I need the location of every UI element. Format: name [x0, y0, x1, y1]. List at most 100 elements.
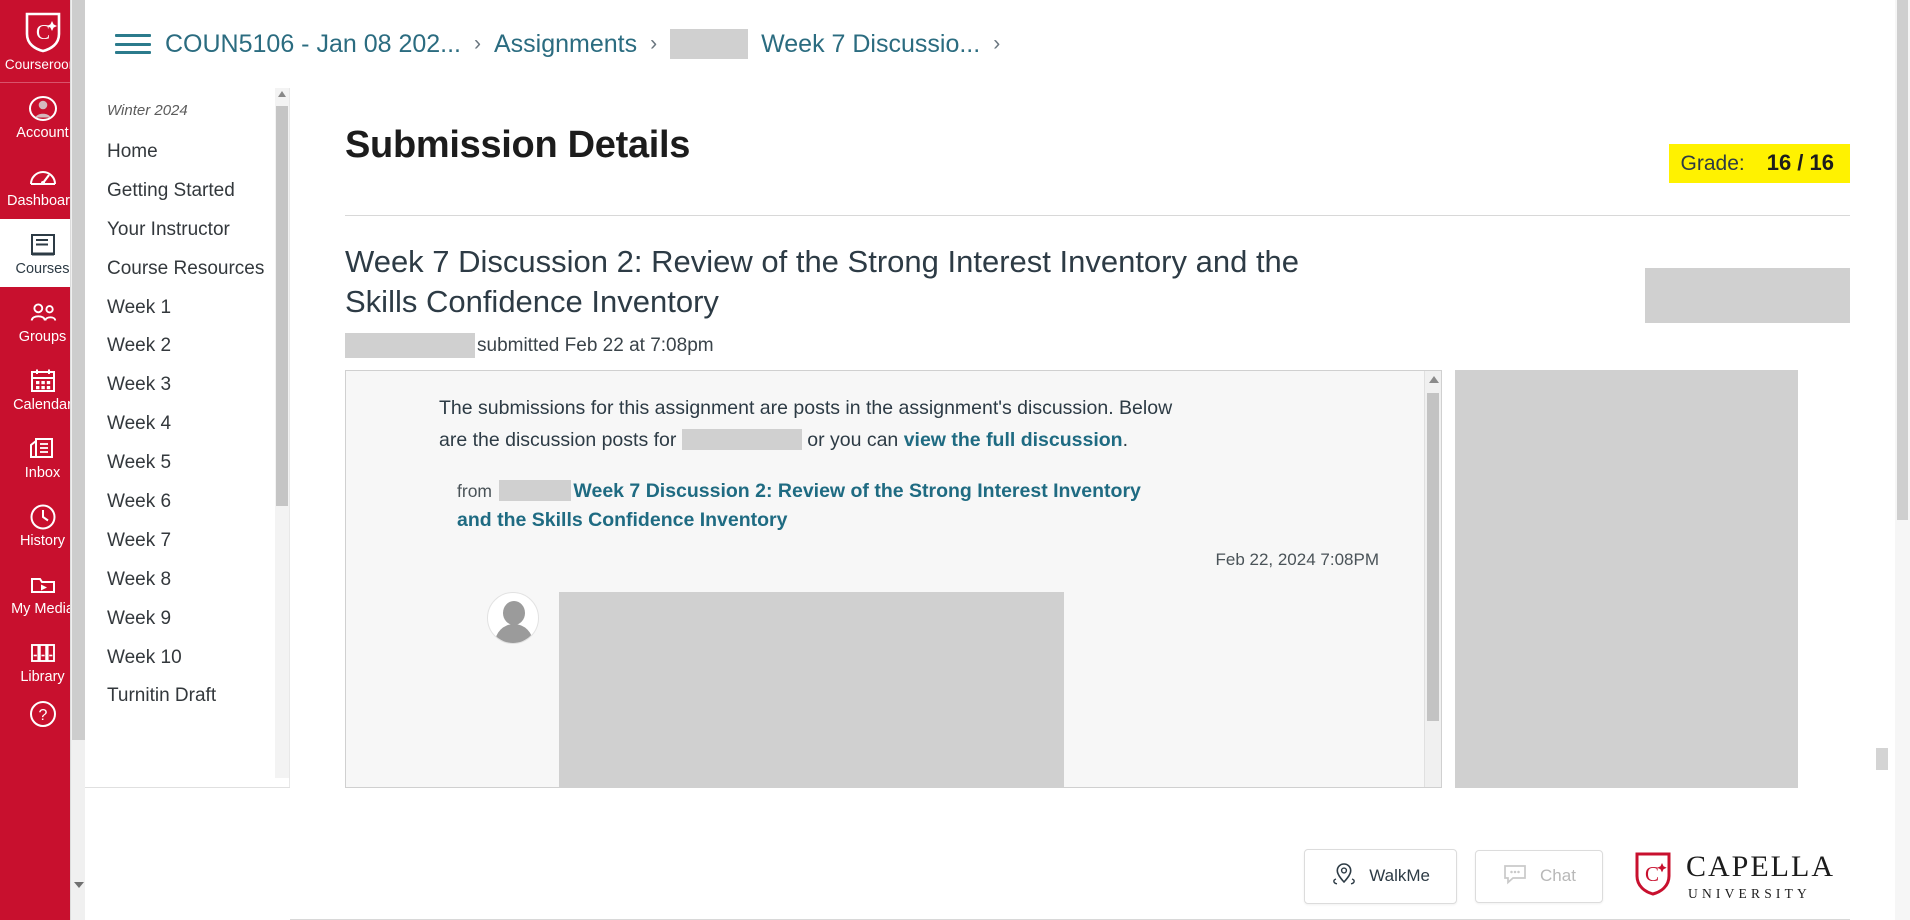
assignment-summary: Week 7 Discussion 2: Review of the Stron… [290, 216, 1910, 359]
redacted-block [499, 479, 572, 501]
course-nav-item-week-10[interactable]: Week 10 [85, 639, 289, 678]
breadcrumb-item-current[interactable]: Week 7 Discussio... [761, 30, 980, 59]
groups-people-icon [28, 299, 58, 327]
scrollbar-thumb[interactable] [1427, 393, 1439, 722]
course-nav-item-week-5[interactable]: Week 5 [85, 444, 289, 483]
breadcrumb-item-course[interactable]: COUN5106 - Jan 08 202... [165, 30, 461, 59]
course-nav-item-week-4[interactable]: Week 4 [85, 405, 289, 444]
scroll-up-arrow-icon[interactable] [1428, 376, 1439, 384]
global-nav-label-library: Library [20, 668, 65, 685]
scrollbar-thumb[interactable] [72, 0, 85, 740]
post-timestamp: Feb 22, 2024 7:08PM [1215, 549, 1379, 569]
scroll-up-arrow-icon[interactable] [278, 91, 286, 97]
redacted-block [559, 591, 1064, 788]
redacted-block [345, 333, 475, 359]
course-nav-item-week-8[interactable]: Week 8 [85, 561, 289, 600]
svg-text:C: C [1645, 862, 1659, 886]
assignment-summary-text: Week 7 Discussion 2: Review of the Stron… [345, 242, 1335, 359]
svg-text:?: ? [38, 707, 47, 724]
courseroom-label: Courseroom [4, 57, 81, 72]
capella-shield-icon: C [1633, 851, 1673, 902]
redacted-block [1645, 268, 1850, 323]
course-nav-item-your-instructor[interactable]: Your Instructor [85, 211, 289, 250]
global-nav-label-groups: Groups [18, 328, 67, 345]
walkme-button[interactable]: WalkMe [1304, 848, 1457, 904]
course-nav-divider [85, 787, 290, 788]
page-title: Submission Details [345, 124, 691, 166]
breadcrumb-separator: › [650, 32, 658, 55]
hamburger-menu-icon[interactable] [115, 30, 151, 58]
breadcrumb-separator: › [474, 32, 481, 55]
submission-details-content: Submission Details Grade: 16 / 16 Week 7… [290, 88, 1910, 920]
grade-badge: Grade: 16 / 16 [1668, 144, 1850, 183]
discussion-inner: The submissions for this assignment are … [346, 371, 1441, 788]
redacted-block [670, 29, 749, 59]
course-nav-item-week-3[interactable]: Week 3 [85, 366, 289, 405]
breadcrumb-item-assignments[interactable]: Assignments [494, 30, 637, 59]
course-nav-scrollbar[interactable] [275, 88, 289, 778]
my-media-play-icon [28, 571, 58, 599]
scroll-down-arrow-icon[interactable] [74, 882, 84, 888]
main-region: COUN5106 - Jan 08 202... › Assignments ›… [85, 0, 1910, 920]
global-nav-label-inbox: Inbox [24, 464, 61, 481]
calendar-icon [28, 367, 58, 395]
view-full-discussion-link[interactable]: view the full discussion [904, 429, 1123, 451]
scrollbar-thumb[interactable] [1897, 0, 1908, 520]
breadcrumb-bar: COUN5106 - Jan 08 202... › Assignments ›… [85, 0, 1910, 88]
redacted-block [1455, 370, 1798, 789]
course-nav-item-week-7[interactable]: Week 7 [85, 522, 289, 561]
scrollbar-thumb[interactable] [276, 106, 288, 506]
course-nav-item-week-2[interactable]: Week 2 [85, 327, 289, 366]
capella-name: CAPELLA [1686, 849, 1835, 883]
inbox-tray-icon [28, 435, 58, 463]
discussion-post [439, 591, 1401, 788]
global-navigation: C Courseroom Account Dashboard Courses G… [0, 0, 85, 920]
course-nav-item-week-6[interactable]: Week 6 [85, 483, 289, 522]
page-root: C Courseroom Account Dashboard Courses G… [0, 0, 1910, 920]
global-nav-label-history: History [19, 532, 66, 549]
svg-text:C: C [35, 20, 49, 44]
assignment-title: Week 7 Discussion 2: Review of the Stron… [345, 244, 1300, 319]
course-nav-item-home[interactable]: Home [85, 133, 289, 172]
global-nav-scrollbar[interactable] [70, 0, 85, 920]
capella-university-logo: C CAPELLA UNIVERSITY [1633, 851, 1835, 902]
discussion-panel: The submissions for this assignment are … [345, 370, 1442, 789]
history-clock-icon [28, 503, 58, 531]
walkme-pin-icon [1331, 862, 1357, 891]
from-label: from [457, 480, 492, 501]
page-side-marker [1876, 748, 1888, 770]
global-nav-label-courses: Courses [15, 260, 70, 277]
courses-book-icon [28, 231, 58, 259]
grade-label: Grade: [1680, 152, 1745, 175]
global-nav-label-account: Account [16, 124, 69, 141]
default-user-avatar-icon [487, 591, 539, 644]
discussion-intro-part2: or you can [807, 428, 899, 451]
account-avatar-icon [28, 95, 58, 123]
submission-meta: submitted Feb 22 at 7:08pm [345, 333, 1335, 359]
discussion-scrollbar[interactable] [1424, 371, 1441, 788]
capella-subtitle: UNIVERSITY [1688, 885, 1811, 901]
course-nav-item-turnitin-draft[interactable]: Turnitin Draft [85, 677, 289, 716]
course-nav-item-week-9[interactable]: Week 9 [85, 600, 289, 639]
chat-button[interactable]: Chat [1475, 849, 1603, 903]
breadcrumb: COUN5106 - Jan 08 202... › Assignments ›… [165, 29, 1000, 59]
footer-bar: WalkMe Chat C CAPELLA UNIVERSITY [85, 832, 1910, 920]
submitted-text: submitted Feb 22 at 7:08pm [477, 334, 714, 356]
global-nav-label-calendar: Calendar [13, 396, 72, 413]
capella-shield-icon: C [23, 10, 63, 54]
redacted-block [681, 428, 802, 450]
capella-wordmark: CAPELLA UNIVERSITY [1686, 849, 1835, 901]
walkme-label: WalkMe [1369, 866, 1430, 885]
discussion-intro-end: . [1122, 428, 1129, 451]
course-navigation: Winter 2024 Home Getting Started Your In… [85, 88, 290, 788]
dashboard-gauge-icon [28, 163, 58, 191]
discussion-intro: The submissions for this assignment are … [439, 393, 1184, 456]
course-nav-item-getting-started[interactable]: Getting Started [85, 172, 289, 211]
course-nav-item-course-resources[interactable]: Course Resources [85, 250, 289, 289]
chat-label: Chat [1540, 866, 1576, 885]
library-books-icon [28, 639, 58, 667]
grade-value: 16 / 16 [1766, 150, 1834, 175]
page-scrollbar[interactable] [1895, 0, 1910, 920]
global-nav-label-dashboard: Dashboard [7, 192, 78, 209]
course-nav-item-week-1[interactable]: Week 1 [85, 289, 289, 328]
